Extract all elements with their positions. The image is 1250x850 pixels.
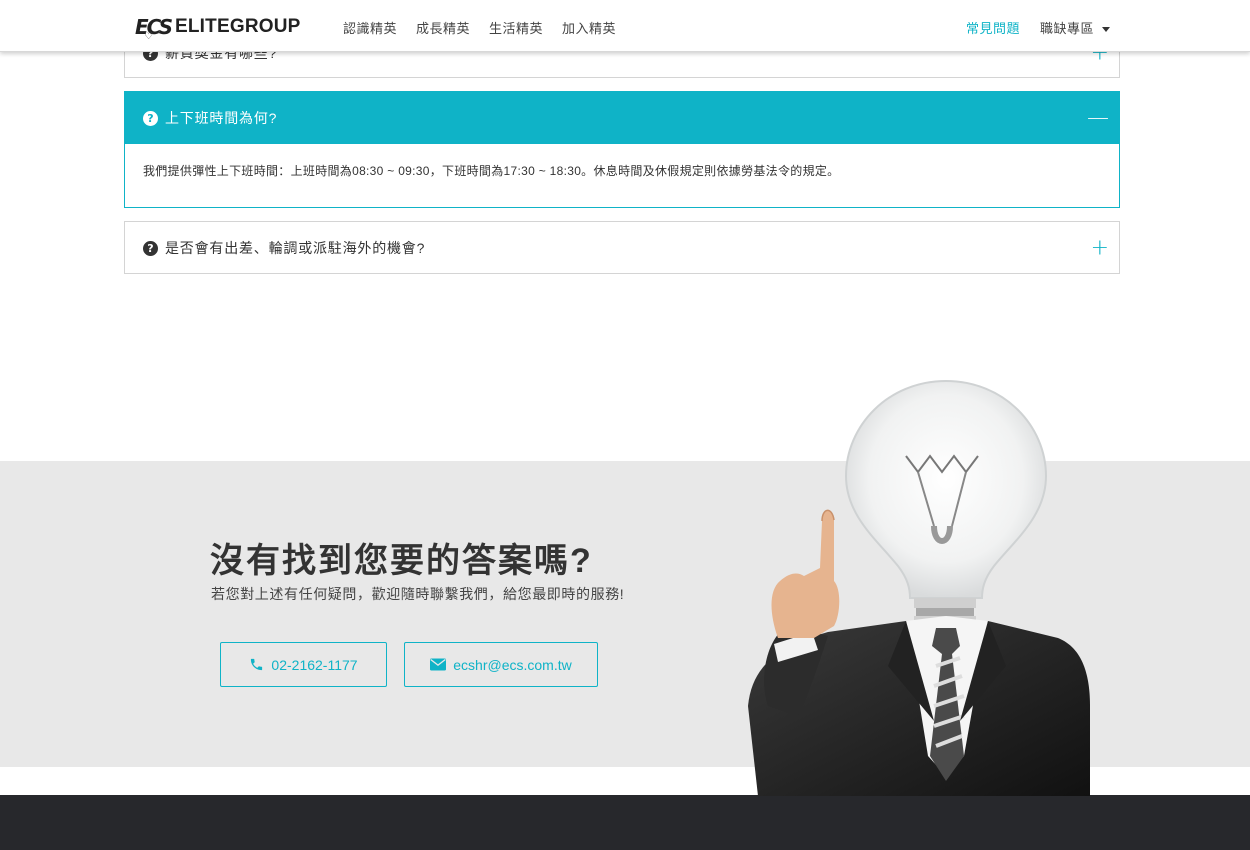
email-address: ecshr@ecs.com.tw — [453, 656, 572, 673]
heart-icon: ♡ — [144, 31, 153, 42]
nav-item-growth[interactable]: 成長精英 — [416, 18, 470, 37]
contact-subtitle: 若您對上述有任何疑問，歡迎隨時聯繫我們，給您最即時的服務! — [211, 586, 625, 602]
nav-item-faq[interactable]: 常見問題 — [966, 18, 1020, 37]
nav-item-jobs[interactable]: 職缺專區 — [1040, 18, 1110, 37]
logo-text: ELITEGROUP — [175, 16, 301, 37]
question-icon: ? — [143, 240, 158, 256]
nav-item-join[interactable]: 加入精英 — [562, 18, 616, 37]
caret-down-icon — [1102, 27, 1110, 33]
site-header: ECS ♡ ELITEGROUP 認識精英 成長精英 生活精英 加入精英 常見問題… — [0, 0, 1250, 52]
question-icon: ? — [143, 110, 158, 126]
site-footer — [0, 795, 1250, 850]
nav-item-life[interactable]: 生活精英 — [489, 18, 543, 37]
logo[interactable]: ECS ♡ ELITEGROUP — [135, 13, 301, 42]
faq-item-hours[interactable]: ? 上下班時間為何? — 我們提供彈性上下班時間：上班時間為08:30 ~ 09… — [124, 91, 1120, 208]
envelope-icon — [430, 658, 447, 671]
faq-item-travel[interactable]: ? 是否會有出差、輪調或派駐海外的機會? + — [124, 221, 1120, 274]
nav-right: 常見問題 職缺專區 — [966, 18, 1110, 37]
phone-icon — [251, 658, 263, 671]
expand-icon[interactable]: + — [1091, 236, 1109, 261]
faq-item-header[interactable]: ? 上下班時間為何? — — [125, 92, 1119, 144]
faq-question: 上下班時間為何? — [165, 110, 278, 126]
logo-mark: ECS ♡ — [135, 15, 173, 42]
phone-number: 02-2162-1177 — [271, 656, 358, 673]
nav-item-about[interactable]: 認識精英 — [343, 18, 397, 37]
phone-button[interactable]: 02-2162-1177 — [220, 642, 387, 687]
contact-title: 沒有找到您要的答案嗎? — [210, 542, 593, 580]
page: ECS ♡ ELITEGROUP 認識精英 成長精英 生活精英 加入精英 常見問題… — [0, 0, 1250, 850]
faq-item-header[interactable]: ? 是否會有出差、輪調或派駐海外的機會? + — [125, 222, 1119, 274]
main-nav: 認識精英 成長精英 生活精英 加入精英 — [343, 18, 635, 37]
nav-item-jobs-label: 職缺專區 — [1039, 21, 1094, 36]
collapse-icon[interactable]: — — [1087, 106, 1109, 131]
faq-question: 是否會有出差、輪調或派駐海外的機會? — [165, 240, 426, 256]
email-button[interactable]: ecshr@ecs.com.tw — [404, 642, 598, 687]
lightbulb-man-illustration — [748, 379, 1090, 796]
faq-answer: 我們提供彈性上下班時間：上班時間為08:30 ~ 09:30，下班時間為17:3… — [143, 164, 840, 178]
